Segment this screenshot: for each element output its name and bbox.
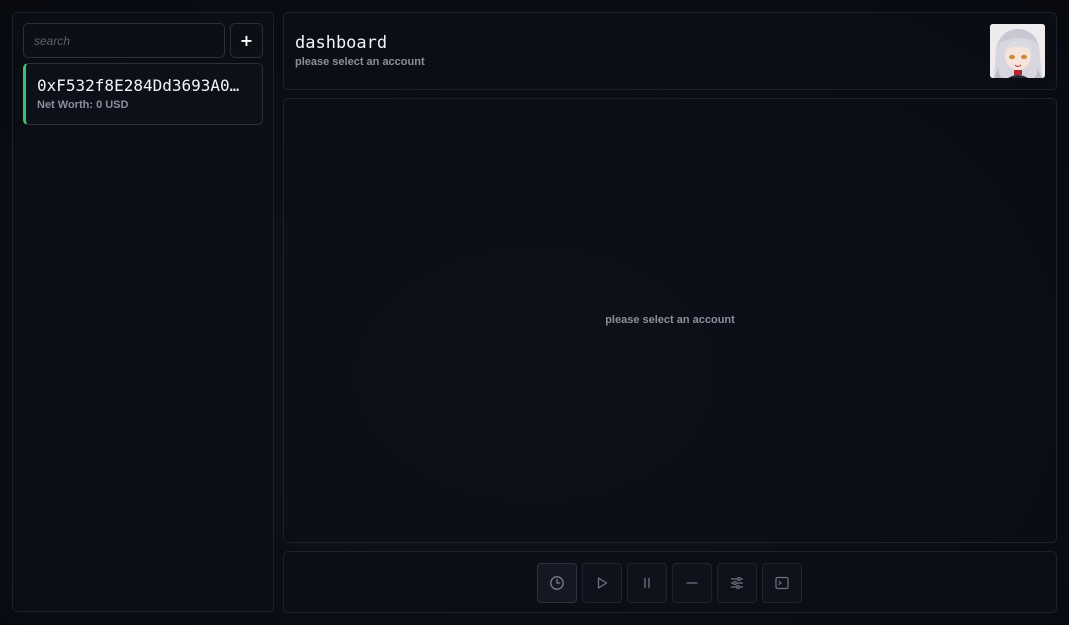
play-button[interactable]: [582, 563, 622, 603]
account-net-worth: Net Worth: 0 USD: [37, 99, 129, 111]
avatar[interactable]: [990, 24, 1045, 78]
terminal-icon: [775, 576, 789, 590]
account-address: 0xF532f8E284Dd3693A0…: [37, 76, 240, 95]
main-panel: please select an account: [283, 98, 1057, 543]
search-row: +: [23, 23, 263, 58]
add-account-button[interactable]: +: [230, 23, 263, 58]
app-window: + 0xF532f8E284Dd3693A0… Net Worth: 0 USD…: [0, 0, 1069, 625]
history-button[interactable]: [537, 563, 577, 603]
minus-icon: [686, 582, 698, 584]
sliders-icon: [730, 577, 744, 589]
page-subtitle: please select an account: [295, 56, 425, 68]
page-title: dashboard: [295, 33, 388, 53]
play-icon: [597, 577, 608, 589]
stop-button[interactable]: [672, 563, 712, 603]
search-input[interactable]: [23, 23, 225, 58]
pause-icon: [644, 577, 650, 589]
sidebar: + 0xF532f8E284Dd3693A0… Net Worth: 0 USD: [12, 12, 274, 612]
pause-button[interactable]: [627, 563, 667, 603]
settings-button[interactable]: [717, 563, 757, 603]
toolbar-buttons: [537, 563, 802, 603]
clock-icon: [550, 576, 564, 590]
bottom-toolbar: [283, 551, 1057, 613]
empty-state-message: please select an account: [605, 314, 735, 326]
header: dashboard please select an account: [283, 12, 1057, 90]
anime-avatar-icon: [990, 24, 1045, 78]
account-card[interactable]: 0xF532f8E284Dd3693A0… Net Worth: 0 USD: [23, 63, 263, 125]
console-button[interactable]: [762, 563, 802, 603]
